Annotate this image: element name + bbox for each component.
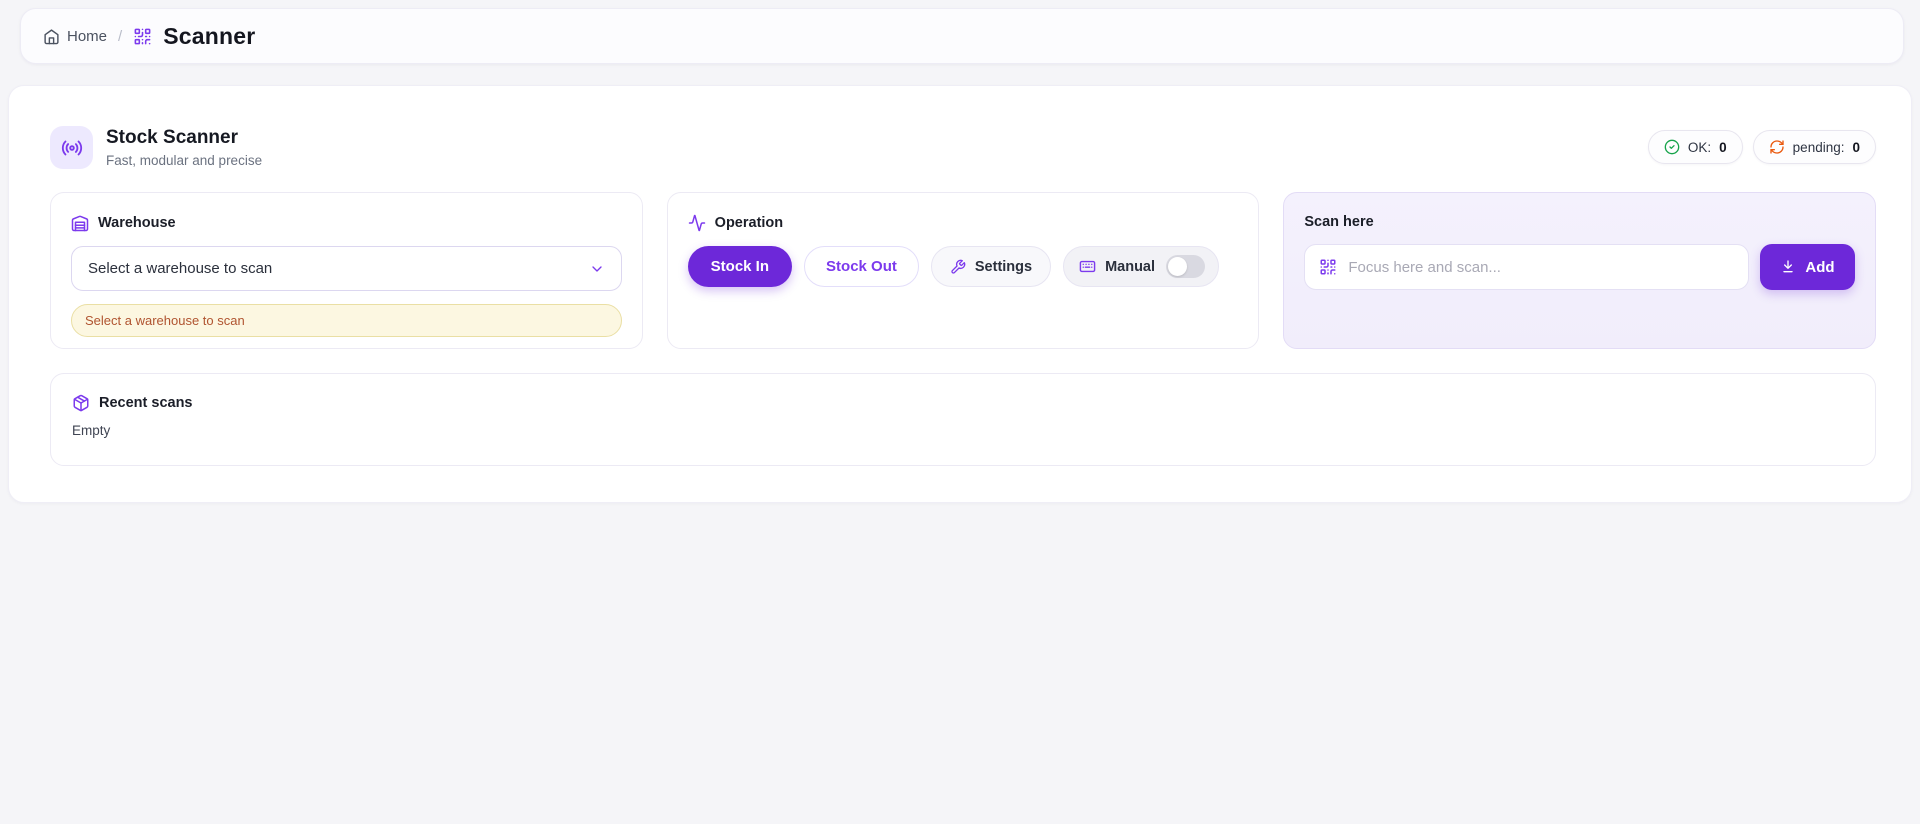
breadcrumb-home-label: Home: [67, 27, 108, 45]
scan-card: Scan here Add: [1283, 192, 1877, 349]
settings-label: Settings: [974, 258, 1033, 275]
app-title: Stock Scanner: [106, 127, 238, 148]
ok-count: 0: [1719, 139, 1727, 155]
recent-scans-label: Recent scans: [99, 395, 193, 411]
check-circle-icon: [1664, 139, 1680, 155]
app-title-block: Stock Scanner Fast, modular and precise: [106, 127, 262, 168]
pending-status-badge: pending: 0: [1752, 130, 1876, 164]
warehouse-icon: [71, 214, 89, 232]
add-button[interactable]: Add: [1760, 244, 1856, 290]
stock-out-button[interactable]: Stock Out: [804, 246, 919, 287]
scan-controls: Add: [1304, 244, 1856, 290]
keyboard-icon: [1079, 258, 1096, 275]
warehouse-card-label: Warehouse: [98, 215, 176, 231]
radio-icon: [50, 126, 93, 169]
breadcrumb-bar: Home / Scanner: [20, 8, 1904, 64]
breadcrumb-separator: /: [118, 27, 123, 45]
scan-input-wrapper: [1304, 244, 1750, 290]
warehouse-card: Warehouse Select a warehouse to scan Sel…: [50, 192, 643, 349]
recent-scans-card: Recent scans Empty: [50, 373, 1876, 466]
qr-code-icon: [133, 27, 152, 46]
chevron-down-icon: [589, 261, 605, 277]
scanner-header: Stock Scanner Fast, modular and precise …: [50, 126, 1876, 169]
toggle-knob: [1168, 257, 1188, 276]
warehouse-select-value: Select a warehouse to scan: [88, 260, 273, 277]
activity-icon: [688, 214, 706, 232]
scan-input[interactable]: [1348, 258, 1735, 276]
manual-label: Manual: [1105, 258, 1156, 275]
app-identity: Stock Scanner Fast, modular and precise: [50, 126, 262, 169]
manual-toggle[interactable]: [1166, 255, 1206, 278]
warehouse-warning: Select a warehouse to scan: [71, 304, 622, 337]
download-icon: [1780, 259, 1796, 275]
recent-scans-empty: Empty: [72, 423, 111, 438]
manual-mode-control[interactable]: Manual: [1063, 246, 1220, 287]
warehouse-select[interactable]: Select a warehouse to scan: [71, 246, 622, 291]
refresh-icon: [1769, 139, 1785, 155]
operation-card: Operation Stock In Stock Out Settings Ma…: [666, 192, 1260, 349]
cards-row: Warehouse Select a warehouse to scan Sel…: [50, 192, 1877, 349]
ok-label: OK:: [1687, 139, 1712, 155]
add-button-label: Add: [1805, 258, 1835, 276]
app-subtitle: Fast, modular and precise: [106, 153, 263, 168]
pending-label: pending:: [1792, 139, 1845, 155]
wrench-icon: [950, 259, 966, 275]
status-badges: OK: 0 pending: 0: [1647, 130, 1876, 164]
recent-scans-header: Recent scans: [72, 394, 1854, 412]
settings-button[interactable]: Settings: [930, 246, 1052, 287]
breadcrumb-current: Scanner: [133, 23, 255, 50]
operation-controls: Stock In Stock Out Settings Manual: [687, 246, 1239, 287]
scan-card-label: Scan here: [1304, 214, 1374, 230]
warehouse-card-header: Warehouse: [71, 214, 622, 232]
stock-in-button[interactable]: Stock In: [687, 246, 793, 287]
operation-card-label: Operation: [714, 215, 784, 231]
page-title: Scanner: [163, 22, 256, 49]
pending-count: 0: [1852, 139, 1860, 155]
package-icon: [72, 394, 90, 412]
breadcrumb-home[interactable]: Home: [43, 28, 107, 45]
scan-card-header: Scan here: [1304, 214, 1855, 230]
ok-status-badge: OK: 0: [1647, 130, 1743, 164]
qr-code-icon: [1319, 258, 1337, 276]
home-icon: [43, 28, 60, 45]
operation-card-header: Operation: [688, 214, 1239, 232]
scanner-panel: Stock Scanner Fast, modular and precise …: [8, 85, 1912, 503]
